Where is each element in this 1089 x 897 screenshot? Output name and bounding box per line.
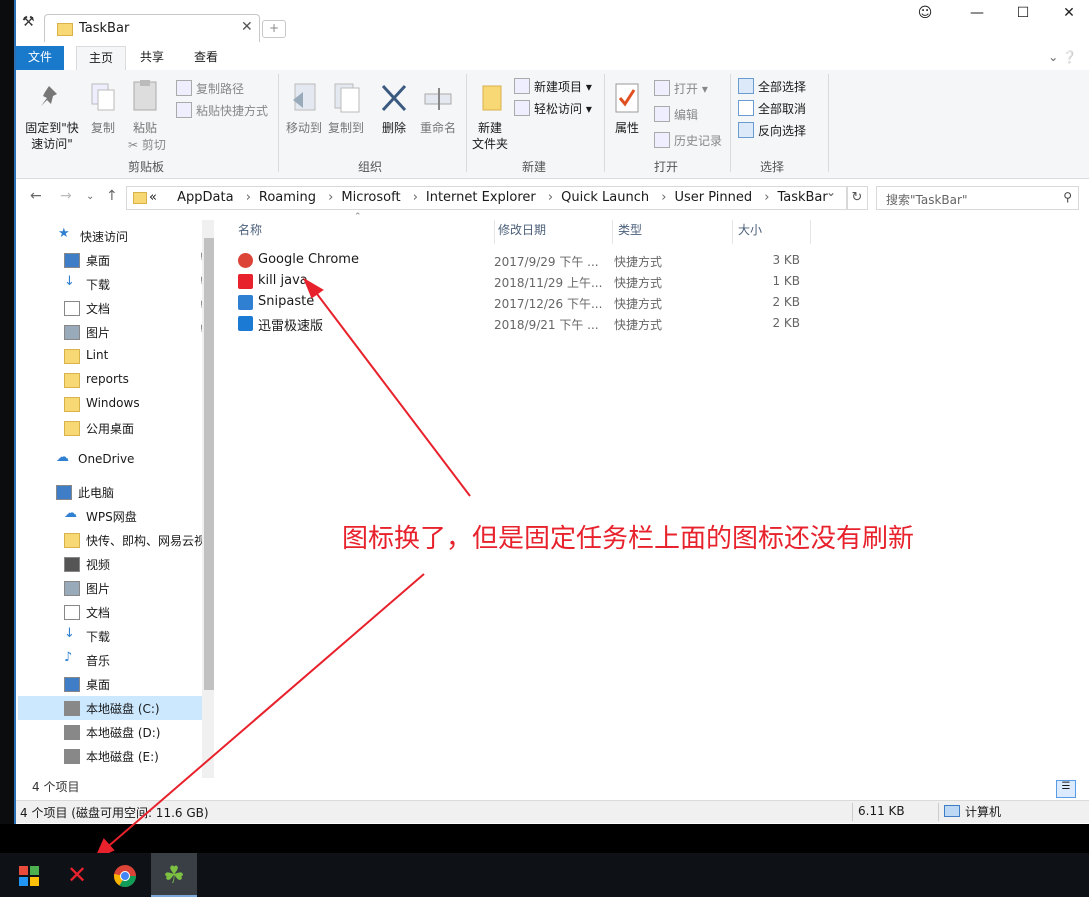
taskbar-kill-java[interactable]: ✕ bbox=[54, 853, 100, 897]
annotation-arrowhead-top bbox=[302, 277, 324, 299]
annotation-arrow-bottom bbox=[103, 573, 425, 851]
taskbar: ✕ ☘ bbox=[0, 853, 1089, 897]
annotation-arrow-top bbox=[313, 289, 471, 497]
annotation-arrows bbox=[93, 277, 471, 861]
chrome-icon bbox=[114, 864, 136, 887]
app-launcher-icon bbox=[19, 865, 39, 886]
taskbar-clover[interactable]: ☘ bbox=[151, 853, 197, 897]
kill-java-icon: ✕ bbox=[66, 861, 88, 889]
clover-icon: ☘ bbox=[163, 861, 185, 889]
taskbar-app-launcher[interactable] bbox=[6, 853, 52, 897]
taskbar-chrome[interactable] bbox=[102, 853, 148, 897]
